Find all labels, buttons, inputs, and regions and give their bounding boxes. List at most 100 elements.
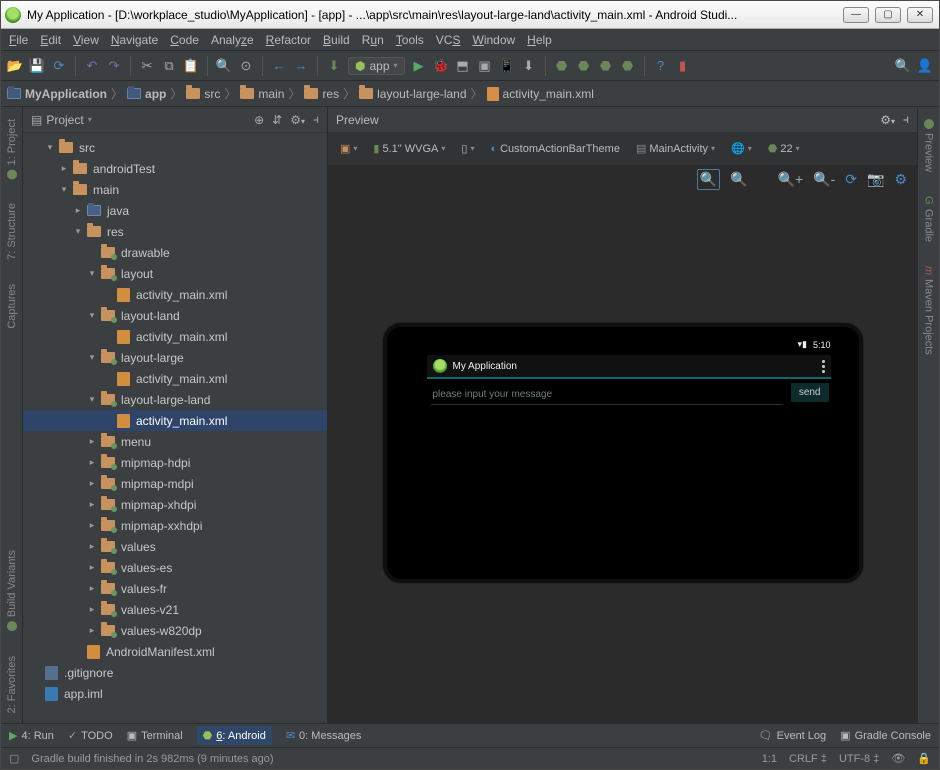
close-button[interactable]: ✕	[907, 7, 933, 23]
attach-icon[interactable]: ⬒	[455, 58, 471, 74]
tab-event-log[interactable]: 🗨Event Log	[759, 729, 827, 742]
line-separator[interactable]: CRLF ‡	[789, 753, 827, 765]
paste-icon[interactable]: 📋	[183, 58, 199, 74]
zoom-fit-icon[interactable]: 🔍	[697, 169, 720, 190]
activity-selector[interactable]: ▤MainActivity▾	[632, 140, 719, 157]
preview-options-icon[interactable]: ⚙	[894, 171, 907, 188]
scroll-target-icon[interactable]: ⊕	[254, 113, 264, 127]
crumb-project[interactable]: MyApplication	[7, 87, 107, 101]
device-statusbar: ▾▮5:10	[797, 339, 830, 350]
right-tool-gutter: Preview GGradle mMaven Projects	[917, 107, 939, 723]
zoom-actual-icon[interactable]: 🔍	[730, 171, 747, 188]
find-icon[interactable]: 🔍	[216, 58, 232, 74]
window-titlebar: My Application - [D:\workplace_studio\My…	[1, 1, 939, 29]
tab-run[interactable]: ▶4: Run	[9, 729, 54, 742]
settings-icon[interactable]: ⚙▾	[290, 113, 305, 127]
avd-icon[interactable]: 📱	[499, 58, 515, 74]
tab-todo[interactable]: ✓TODO	[68, 729, 113, 742]
sdk-icon[interactable]: ⬇	[521, 58, 537, 74]
stop-icon[interactable]: ▣	[477, 58, 493, 74]
render-config-button[interactable]: ▣▾	[336, 140, 361, 157]
help-icon[interactable]: ?	[653, 58, 669, 74]
file-encoding[interactable]: UTF-8 ‡	[839, 753, 879, 765]
restart-icon[interactable]: ▮	[675, 58, 691, 74]
forward-icon[interactable]: →	[293, 58, 309, 74]
android-icon1[interactable]: ⬣	[554, 58, 570, 74]
menu-file[interactable]: File	[9, 33, 28, 47]
debug-icon[interactable]: 🐞	[433, 58, 449, 74]
tab-messages[interactable]: ✉0: Messages	[286, 729, 362, 742]
menu-analyze[interactable]: Analyze	[211, 33, 254, 47]
preview-hide-icon[interactable]: ⫞	[903, 112, 909, 127]
menu-help[interactable]: Help	[527, 33, 552, 47]
tab-maven[interactable]: mMaven Projects	[923, 266, 935, 355]
send-button[interactable]: send	[791, 383, 829, 402]
android-icon4[interactable]: ⬣	[620, 58, 636, 74]
minimize-button[interactable]: —	[843, 7, 869, 23]
android-icon2[interactable]: ⬣	[576, 58, 592, 74]
run-icon[interactable]: ▶	[411, 58, 427, 74]
tab-captures[interactable]: Captures	[6, 284, 18, 329]
tab-gradle[interactable]: GGradle	[923, 196, 935, 242]
app-icon	[5, 7, 21, 23]
crumb-file[interactable]: activity_main.xml	[487, 87, 594, 101]
tab-android[interactable]: ⬣6: Android	[197, 726, 272, 745]
open-icon[interactable]: 📂	[7, 58, 23, 74]
make-icon[interactable]: ⬇	[326, 58, 342, 74]
crumb-src[interactable]: src	[186, 87, 220, 101]
crumb-folder[interactable]: layout-large-land	[359, 87, 466, 101]
message-input[interactable]: please input your message	[431, 385, 783, 405]
menu-refactor[interactable]: Refactor	[266, 33, 311, 47]
tab-terminal[interactable]: ▣Terminal	[127, 729, 183, 742]
tab-preview[interactable]: Preview	[923, 119, 935, 172]
refresh-icon[interactable]: ⟳	[845, 171, 857, 188]
undo-icon[interactable]: ↶	[84, 58, 100, 74]
hide-icon[interactable]: ⫞	[313, 112, 319, 127]
menu-vcs[interactable]: VCS	[436, 33, 461, 47]
menu-window[interactable]: Window	[472, 33, 515, 47]
tab-structure[interactable]: 7: Structure	[6, 203, 18, 260]
replace-icon[interactable]: ⊙	[238, 58, 254, 74]
copy-icon[interactable]: ⧉	[161, 58, 177, 74]
search-everywhere-icon[interactable]: 🔍	[895, 58, 911, 74]
tab-favorites[interactable]: 2: Favorites	[6, 656, 18, 713]
back-icon[interactable]: ←	[271, 58, 287, 74]
menu-navigate[interactable]: Navigate	[111, 33, 158, 47]
save-icon[interactable]: 💾	[29, 58, 45, 74]
caret-position: 1:1	[762, 753, 777, 765]
redo-icon[interactable]: ↷	[106, 58, 122, 74]
menu-build[interactable]: Build	[323, 33, 350, 47]
menu-run[interactable]: Run	[362, 33, 384, 47]
cut-icon[interactable]: ✂	[139, 58, 155, 74]
tab-project[interactable]: 1: Project	[6, 119, 18, 179]
api-selector[interactable]: ⬣22▾	[764, 140, 804, 157]
main-toolbar: 📂 💾 ⟳ ↶ ↷ ✂ ⧉ 📋 🔍 ⊙ ← → ⬇ ⬢app▾ ▶ 🐞 ⬒ ▣ …	[1, 51, 939, 81]
preview-settings-icon[interactable]: ⚙▾	[880, 113, 895, 127]
crumb-module[interactable]: app	[127, 87, 166, 101]
screenshot-icon[interactable]: 📷	[867, 171, 884, 188]
theme-selector[interactable]: ◐CustomActionBarTheme	[486, 141, 623, 157]
tab-gradle-console[interactable]: ▣Gradle Console	[840, 729, 931, 742]
android-icon3[interactable]: ⬣	[598, 58, 614, 74]
locale-button[interactable]: 🌐▾	[727, 140, 756, 157]
run-config-selector[interactable]: ⬢app▾	[348, 57, 405, 75]
collapse-icon[interactable]: ⇵	[272, 113, 282, 127]
menu-view[interactable]: View	[73, 33, 99, 47]
project-tree[interactable]: ▾src ▸androidTest ▾main ▸java ▾res drawa…	[23, 133, 327, 723]
sync-icon[interactable]: ⟳	[51, 58, 67, 74]
device-selector[interactable]: ▮5.1" WVGA▾	[369, 140, 449, 157]
crumb-res[interactable]: res	[304, 87, 339, 101]
tab-build-variants[interactable]: Build Variants	[6, 550, 18, 631]
menu-code[interactable]: Code	[170, 33, 199, 47]
menu-edit[interactable]: Edit	[40, 33, 61, 47]
zoom-out-icon[interactable]: 🔍-	[813, 171, 835, 188]
zoom-in-icon[interactable]: 🔍+	[778, 171, 804, 188]
menu-tools[interactable]: Tools	[396, 33, 424, 47]
toggle-toolwindows-icon[interactable]: ▢	[9, 752, 19, 765]
maximize-button[interactable]: ▢	[875, 7, 901, 23]
crumb-main[interactable]: main	[240, 87, 284, 101]
user-icon[interactable]: 👤	[917, 58, 933, 74]
orientation-button[interactable]: ▯▾	[457, 140, 478, 157]
inspection-icon[interactable]: 👁	[891, 752, 905, 765]
lock-icon[interactable]: 🔒	[917, 752, 931, 765]
